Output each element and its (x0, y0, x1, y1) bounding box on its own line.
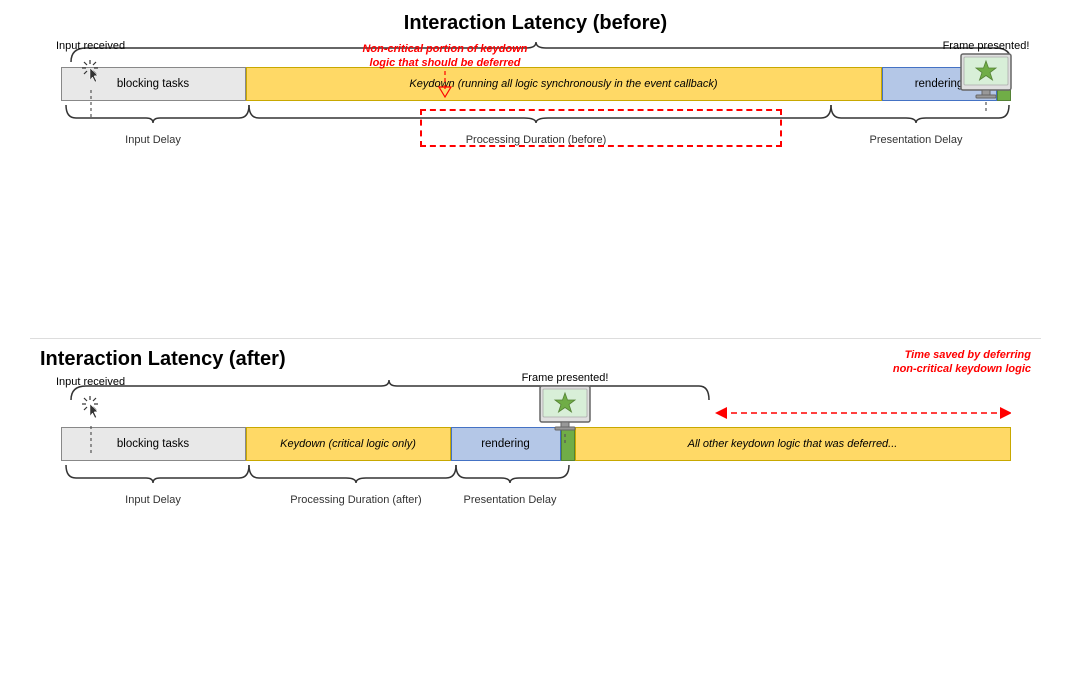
svg-text:Input Delay: Input Delay (125, 494, 181, 506)
top-labels-svg: Input Delay Processing Duration (before)… (61, 103, 1011, 148)
svg-text:Processing Duration (before): Processing Duration (before) (465, 134, 606, 146)
frame-presented-bottom: Frame presented! (520, 372, 610, 446)
divider (30, 338, 1041, 339)
bottom-labels-svg: Input Delay Processing Duration (after) … (61, 463, 1011, 508)
svg-text:Presentation Delay: Presentation Delay (463, 494, 556, 506)
bottom-title: Interaction Latency (after) (40, 348, 286, 371)
keydown-bar-bottom: Keydown (critical logic only) (246, 427, 451, 461)
svg-text:Input Delay: Input Delay (125, 134, 181, 146)
input-received-top: Input received (56, 40, 125, 118)
svg-text:Presentation Delay: Presentation Delay (869, 134, 962, 146)
frame-presented-top: Frame presented! (941, 40, 1031, 114)
red-note-top: Non-critical portion of keydown logic th… (335, 42, 555, 101)
deferred-bar-bottom: All other keydown logic that was deferre… (575, 427, 1011, 461)
top-title: Interaction Latency (before) (40, 12, 1031, 35)
input-received-bottom: Input received (56, 376, 125, 454)
svg-text:Processing Duration (after): Processing Duration (after) (290, 494, 421, 506)
time-saved-label: Time saved by deferring non-critical key… (751, 348, 1031, 377)
